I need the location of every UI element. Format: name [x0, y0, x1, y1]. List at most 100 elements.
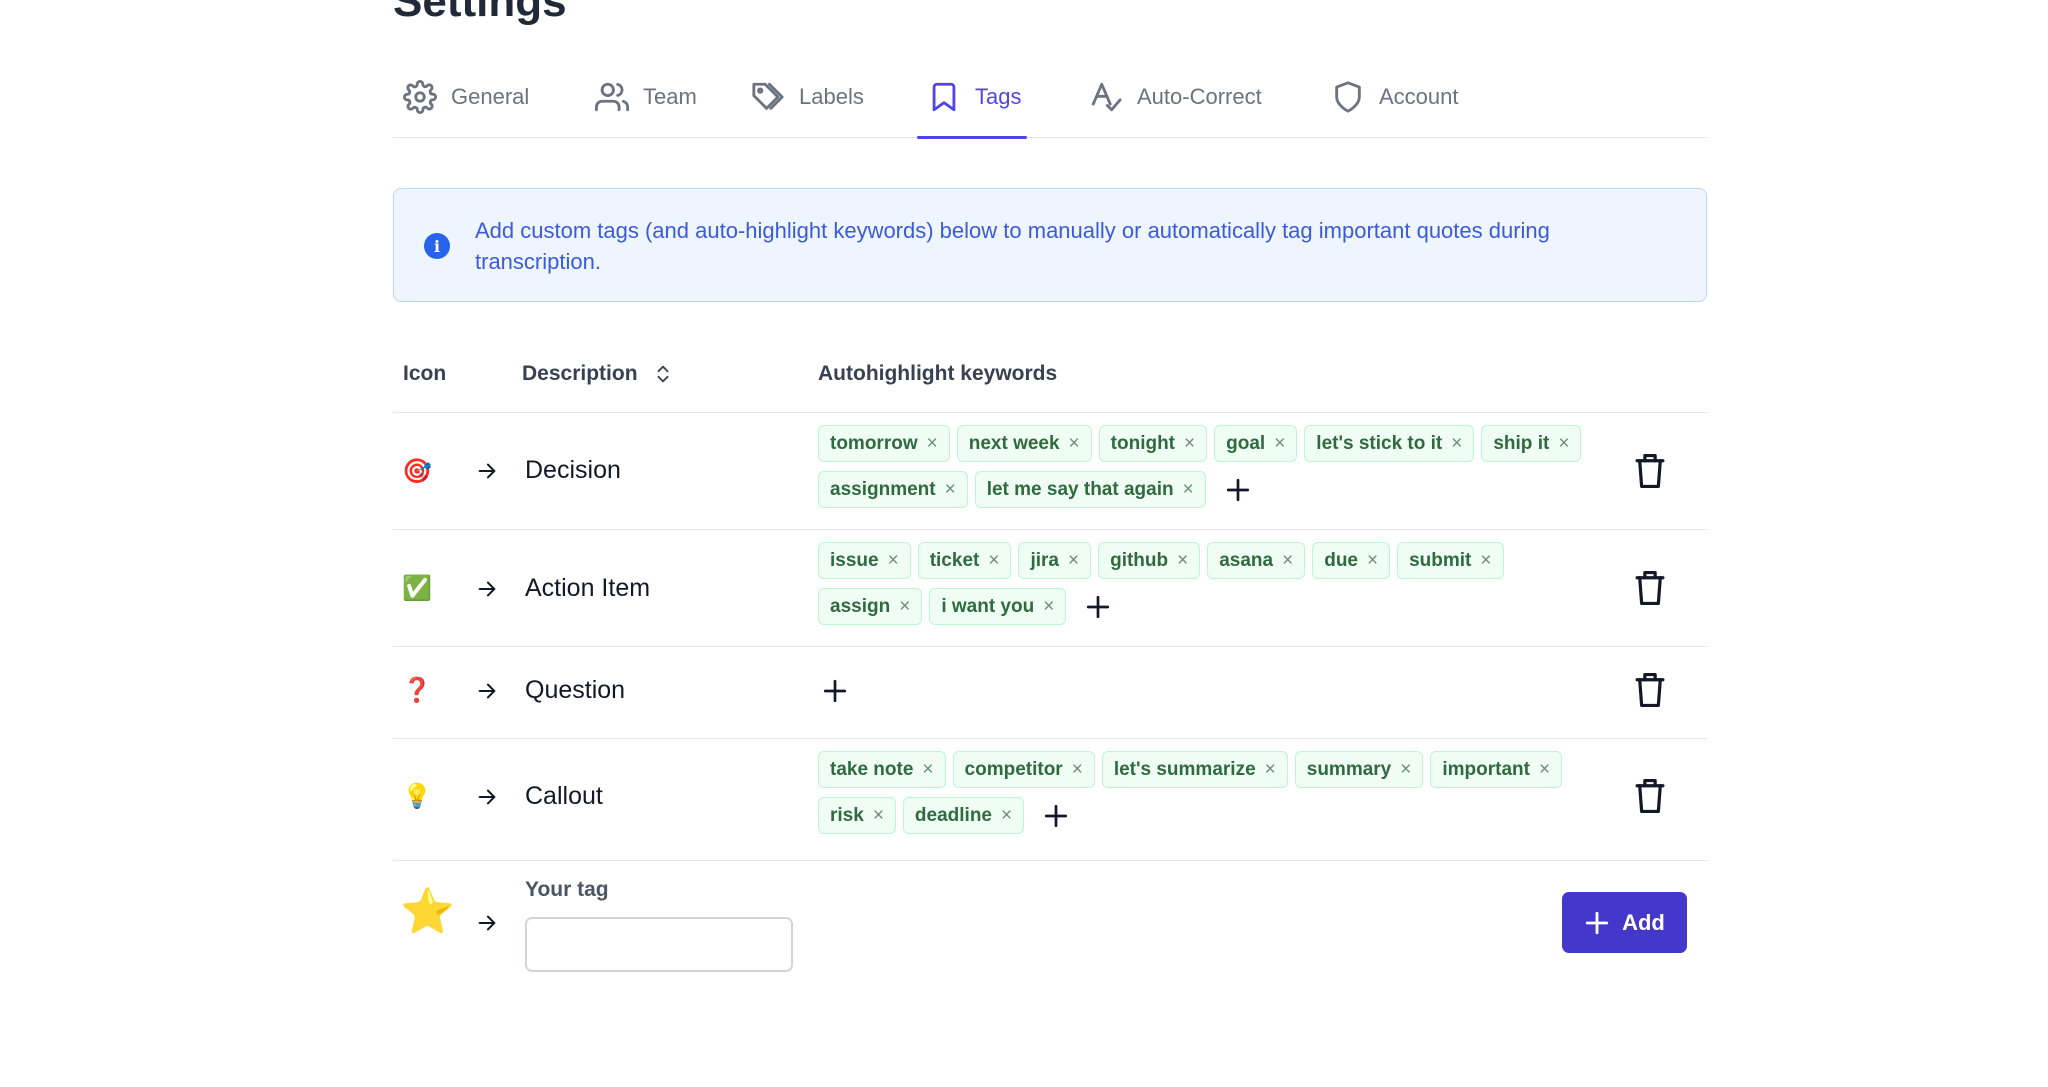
keyword-text: let me say that again: [986, 478, 1174, 500]
remove-keyword-icon[interactable]: ×: [1539, 759, 1550, 781]
keyword-chip: tonight ×: [1098, 425, 1208, 462]
row-emoji-lightbulb-icon: 💡: [402, 783, 432, 810]
gear-icon: [403, 80, 437, 114]
remove-keyword-icon[interactable]: ×: [1367, 550, 1378, 572]
remove-keyword-icon[interactable]: ×: [922, 759, 933, 781]
keyword-chip: let's stick to it ×: [1304, 425, 1475, 462]
keyword-list: issue × ticket × jira × github × asana × due ×…: [818, 542, 1598, 625]
remove-keyword-icon[interactable]: ×: [1480, 550, 1491, 572]
add-keyword-button[interactable]: [1039, 797, 1073, 834]
keyword-chip: submit ×: [1397, 542, 1504, 579]
tab-auto-correct[interactable]: Auto-Correct: [1089, 56, 1262, 138]
remove-keyword-icon[interactable]: ×: [888, 550, 899, 572]
remove-keyword-icon[interactable]: ×: [988, 550, 999, 572]
add-keyword-button[interactable]: [1221, 471, 1255, 508]
new-tag-input[interactable]: [525, 917, 793, 972]
remove-keyword-icon[interactable]: ×: [1400, 759, 1411, 781]
keyword-chip: goal ×: [1214, 425, 1298, 462]
arrow-right-icon: [476, 912, 498, 934]
add-keyword-button[interactable]: [818, 672, 852, 709]
info-icon: i: [424, 233, 450, 259]
keyword-text: assignment: [830, 478, 936, 500]
keyword-chip: i want you ×: [929, 588, 1067, 625]
keyword-text: submit: [1409, 549, 1472, 571]
arrow-right-icon: [476, 578, 498, 600]
remove-keyword-icon[interactable]: ×: [1282, 550, 1293, 572]
plus-icon: [823, 679, 847, 702]
keyword-chip: ticket ×: [917, 542, 1012, 579]
remove-keyword-icon[interactable]: ×: [1069, 433, 1080, 455]
trash-icon: [1635, 672, 1665, 708]
trash-icon: [1635, 453, 1665, 489]
keyword-text: tonight: [1110, 432, 1176, 454]
spellcheck-icon: [1091, 82, 1122, 112]
row-description: Decision: [525, 456, 621, 484]
keyword-chip: let's summarize ×: [1101, 751, 1288, 788]
tab-account-label: Account: [1379, 84, 1459, 109]
keyword-chip: next week ×: [956, 425, 1092, 462]
tab-team[interactable]: Team: [595, 56, 697, 138]
tab-general[interactable]: General: [403, 56, 529, 138]
keyword-text: github: [1110, 549, 1169, 571]
remove-keyword-icon[interactable]: ×: [1177, 550, 1188, 572]
tab-tags[interactable]: Tags: [916, 56, 1029, 139]
add-tag-button[interactable]: Add: [1562, 892, 1687, 953]
row-emoji-question-icon: ❓: [402, 677, 432, 704]
remove-keyword-icon[interactable]: ×: [873, 805, 884, 827]
remove-keyword-icon[interactable]: ×: [927, 433, 938, 455]
row-divider: [393, 529, 1707, 530]
keyword-chip: take note ×: [818, 751, 946, 788]
remove-keyword-icon[interactable]: ×: [1072, 759, 1083, 781]
column-header-icon-label: Icon: [403, 362, 447, 385]
users-icon: [595, 82, 629, 112]
page-title: Settings: [393, 0, 567, 26]
arrow-right-icon: [476, 680, 498, 702]
trash-icon: [1635, 570, 1665, 606]
delete-tag-button[interactable]: [1634, 778, 1666, 814]
keyword-text: next week: [968, 432, 1060, 454]
row-description: Action Item: [525, 574, 651, 602]
remove-keyword-icon[interactable]: ×: [1184, 433, 1195, 455]
tab-account[interactable]: Account: [1331, 56, 1459, 138]
remove-keyword-icon[interactable]: ×: [1265, 759, 1276, 781]
keyword-chip: github ×: [1098, 542, 1201, 579]
info-text: Add custom tags (and auto-highlight keyw…: [475, 218, 1550, 274]
delete-tag-button[interactable]: [1634, 453, 1666, 489]
remove-keyword-icon[interactable]: ×: [1183, 479, 1194, 501]
row-divider: [393, 860, 1707, 861]
keyword-text: issue: [830, 549, 879, 571]
keyword-chip: competitor ×: [952, 751, 1095, 788]
tab-labels[interactable]: Labels: [751, 56, 864, 138]
remove-keyword-icon[interactable]: ×: [1043, 596, 1054, 618]
delete-tag-button[interactable]: [1634, 672, 1666, 708]
plus-icon: [1045, 804, 1068, 827]
keyword-text: ticket: [929, 549, 980, 571]
remove-keyword-icon[interactable]: ×: [1001, 805, 1012, 827]
tab-auto-correct-label: Auto-Correct: [1137, 84, 1262, 109]
remove-keyword-icon[interactable]: ×: [1558, 433, 1569, 455]
row-emoji-target-icon: 🎯: [402, 458, 432, 485]
keyword-text: important: [1442, 758, 1530, 780]
plus-icon: [1087, 595, 1110, 618]
keyword-text: let's summarize: [1113, 758, 1256, 780]
remove-keyword-icon[interactable]: ×: [1274, 433, 1285, 455]
keyword-list: [818, 672, 1598, 709]
shield-icon: [1335, 81, 1361, 113]
delete-tag-button[interactable]: [1634, 570, 1666, 606]
keyword-chip: due ×: [1312, 542, 1391, 579]
remove-keyword-icon[interactable]: ×: [899, 596, 910, 618]
keyword-text: ship it: [1493, 432, 1550, 454]
keyword-text: goal: [1226, 432, 1266, 454]
remove-keyword-icon[interactable]: ×: [1451, 433, 1462, 455]
plus-icon: [1585, 911, 1609, 934]
new-tag-label: Your tag: [525, 878, 609, 901]
column-header-description[interactable]: Description: [522, 362, 674, 386]
emoji-picker-star-icon[interactable]: ⭐: [400, 890, 455, 934]
remove-keyword-icon[interactable]: ×: [945, 479, 956, 501]
sort-icon[interactable]: [652, 363, 674, 385]
add-keyword-button[interactable]: [1081, 588, 1115, 625]
keyword-chip: assignment ×: [818, 471, 968, 508]
row-emoji-checkmark-icon: ✅: [402, 575, 432, 602]
remove-keyword-icon[interactable]: ×: [1068, 550, 1079, 572]
keyword-text: competitor: [964, 758, 1063, 780]
